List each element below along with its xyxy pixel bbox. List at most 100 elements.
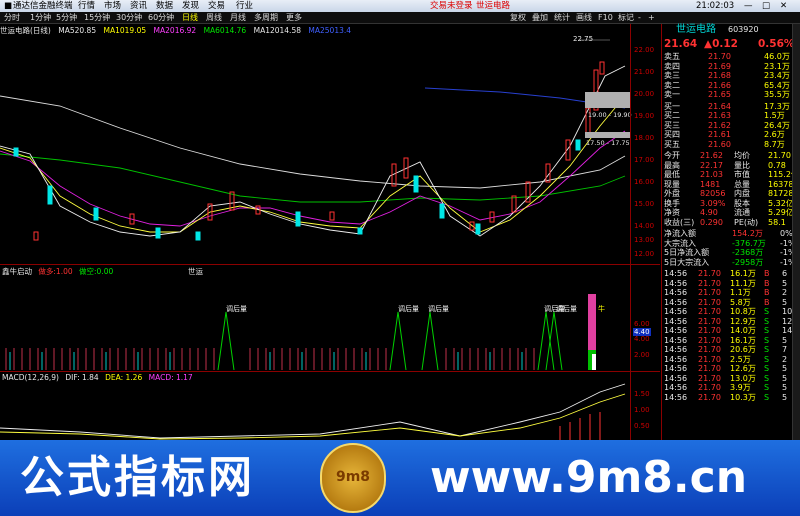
ask-level: 卖一 [664, 90, 680, 99]
ask-price: 21.68 [708, 71, 731, 80]
tick-time: 14:56 [664, 383, 688, 392]
tab-60min[interactable]: 60分钟 [148, 12, 174, 24]
macd-label: MACD(12,26,9) [2, 373, 59, 382]
indicator-name: 鑫牛启动 [2, 267, 32, 276]
maximize-icon[interactable]: □ [762, 0, 770, 12]
tab-more[interactable]: 更多 [286, 12, 302, 24]
menu-industry[interactable]: 行业 [236, 0, 253, 12]
indicator-current-marker: 4.40 [633, 328, 651, 336]
tick-row: 14:56 21.70 14.0万 S 14 [664, 326, 799, 335]
tick-count: 5 [782, 373, 788, 383]
price-axis: 22.00 21.00 20.00 19.00 18.00 17.00 16.0… [630, 24, 660, 264]
f10-button[interactable]: F10 [598, 12, 613, 24]
tab-weekly[interactable]: 周线 [206, 12, 222, 24]
flow-pct: 0% [780, 229, 793, 238]
bid-level: 买三 [664, 120, 680, 130]
stat-label: 流通 [734, 208, 750, 217]
tick-time: 14:56 [664, 278, 688, 288]
ask-level: 卖三 [664, 71, 680, 80]
signal-column [588, 294, 596, 350]
tick-price: 21.70 [698, 383, 721, 392]
menu-news[interactable]: 资讯 [130, 0, 147, 12]
price-tick: 16.00 [634, 178, 655, 186]
tick-side: S [764, 354, 770, 364]
close-icon[interactable]: ✕ [780, 0, 787, 12]
tab-5min[interactable]: 5分钟 [56, 12, 77, 24]
banner-right-text: www.9m8.cn [430, 452, 748, 503]
stat-label: 外盘 [664, 189, 680, 198]
macd-value: MACD: 1.17 [148, 373, 193, 382]
tick-count: 2 [782, 288, 788, 297]
ask-row: 卖五 21.70 46.0万 [664, 52, 799, 61]
spike-label: 调后量 [556, 305, 577, 313]
menu-trade[interactable]: 交易 [208, 0, 225, 12]
tab-30min[interactable]: 30分钟 [116, 12, 142, 24]
bid-level: 买二 [664, 111, 680, 120]
tick-row: 14:56 21.70 11.1万 B 5 [664, 279, 799, 288]
overlay-button[interactable]: 叠加 [532, 12, 548, 24]
tick-volume: 16.1万 [730, 269, 756, 278]
stat-value: 5.32亿 [768, 198, 794, 208]
bid-volume: 8.7万 [764, 139, 785, 149]
tick-time: 14:56 [664, 326, 688, 335]
tick-time: 14:56 [664, 345, 688, 354]
zoom-in-button[interactable]: + [648, 12, 655, 24]
ma60-name: MA60 [203, 26, 225, 35]
tab-monthly[interactable]: 月线 [230, 12, 246, 24]
pane-divider[interactable] [0, 264, 660, 265]
menu-market[interactable]: 市场 [104, 0, 121, 12]
indicator-tick: 4.00 [634, 335, 650, 343]
tick-price: 21.70 [698, 297, 721, 307]
tab-multi-period[interactable]: 多周期 [254, 12, 278, 24]
tick-time: 14:56 [664, 354, 688, 364]
tick-time: 14:56 [664, 364, 688, 373]
stock-code: 603920 [728, 25, 759, 34]
tab-daily[interactable]: 日线 [182, 12, 198, 24]
last-price: 21.64 [664, 38, 698, 50]
login-status[interactable]: 交易未登录 [430, 0, 473, 12]
tick-row: 14:56 21.70 16.1万 S 5 [664, 336, 799, 345]
indicator-chart[interactable] [0, 276, 630, 370]
tick-side: S [764, 364, 770, 373]
tick-volume: 3.9万 [730, 383, 751, 392]
tick-price: 21.70 [698, 335, 721, 345]
kline-chart[interactable] [0, 36, 630, 264]
vertical-scrollbar[interactable] [792, 24, 800, 444]
quote-header-strip [660, 12, 800, 24]
draw-line-button[interactable]: 画线 [576, 12, 592, 24]
menu-quotes[interactable]: 行情 [78, 0, 95, 12]
tick-volume: 5.8万 [730, 297, 751, 307]
bid-volume: 2.6万 [764, 130, 785, 139]
tick-price: 21.70 [698, 316, 721, 326]
signal-column-cap [592, 354, 596, 370]
mark-button[interactable]: 标记 [618, 12, 634, 24]
ma20-value: 16.92 [174, 26, 197, 35]
macd-dea: DEA: 1.26 [105, 373, 143, 382]
ma10-name: MA10 [103, 26, 125, 35]
minimize-icon[interactable]: — [744, 0, 753, 12]
ask-row: 卖三 21.68 23.4万 [664, 71, 799, 80]
tick-row: 14:56 21.70 12.9万 S 12 [664, 317, 799, 326]
restore-rights-button[interactable]: 复权 [510, 12, 526, 24]
banner-logo: 9m8 [320, 443, 386, 513]
zoom-out-button[interactable]: - [638, 12, 641, 24]
menu-data[interactable]: 数据 [156, 0, 173, 12]
pane-divider[interactable] [0, 371, 660, 372]
stat-row: 现量 1481 总量 16378 [664, 180, 799, 189]
stat-label: 最低 [664, 170, 680, 179]
tick-side: B [764, 297, 770, 307]
bid-price: 21.61 [708, 130, 731, 139]
tab-intraday[interactable]: 分时 [4, 12, 20, 24]
period-toolbar: 分时 1分钟 5分钟 15分钟 30分钟 60分钟 日线 周线 月线 多周期 更… [0, 12, 660, 24]
stat-value: 5.29亿 [768, 208, 794, 217]
tab-1min[interactable]: 1分钟 [30, 12, 51, 24]
tab-15min[interactable]: 15分钟 [84, 12, 110, 24]
ask-volume: 23.4万 [764, 71, 790, 80]
statistics-button[interactable]: 统计 [554, 12, 570, 24]
ask-row: 卖二 21.66 65.4万 [664, 81, 799, 90]
tick-side: B [764, 269, 770, 278]
ask-price: 21.66 [708, 80, 731, 90]
tick-price: 21.70 [698, 278, 721, 288]
menu-discover[interactable]: 发现 [182, 0, 199, 12]
macd-chart[interactable] [0, 382, 630, 440]
